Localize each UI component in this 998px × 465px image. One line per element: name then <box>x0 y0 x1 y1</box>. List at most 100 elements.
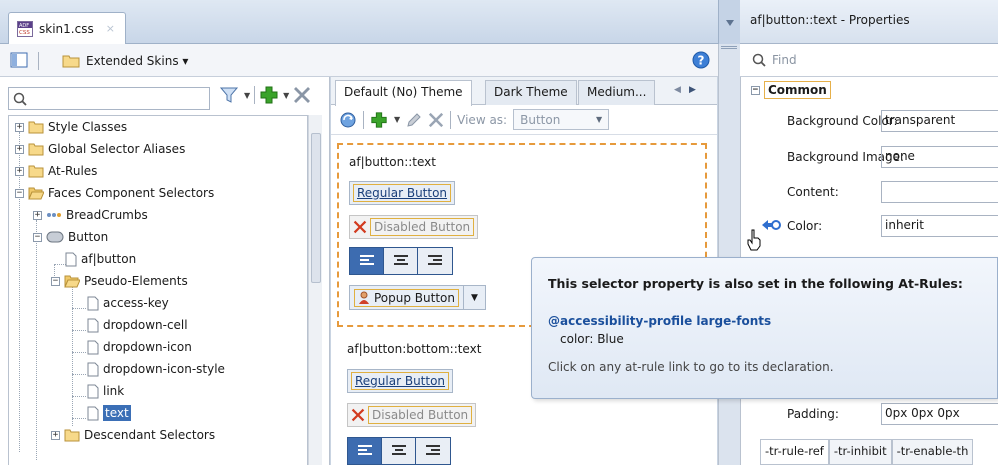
add-icon[interactable] <box>370 111 388 129</box>
section-common[interactable]: − Common <box>751 81 831 99</box>
theme-tabs: Default (No) Theme Dark Theme Medium... … <box>331 77 717 106</box>
popup-button-main[interactable]: Popup Button <box>349 285 464 310</box>
tree-connector <box>72 286 73 426</box>
chevron-left-icon[interactable]: ◀ <box>674 85 681 95</box>
chevron-down-icon[interactable]: ▼ <box>283 91 289 100</box>
chevron-down-icon[interactable]: ▼ <box>244 91 250 100</box>
regular-button-preview[interactable]: Regular Button <box>347 369 454 393</box>
refresh-icon[interactable] <box>339 111 357 129</box>
splitter-grip[interactable] <box>721 46 737 49</box>
prop-row-background-image: Background Image: none <box>741 140 998 173</box>
expand-icon[interactable]: + <box>51 430 60 440</box>
delete-icon[interactable] <box>293 86 311 104</box>
collapse-icon[interactable]: − <box>33 232 42 242</box>
tree-item-label: dropdown-icon-style <box>103 362 225 376</box>
tree-scrollbar[interactable] <box>308 115 322 465</box>
prop-label: Padding: <box>787 406 839 421</box>
popup-button-preview[interactable]: Popup Button ▼ <box>349 285 486 310</box>
tab-dark-theme[interactable]: Dark Theme <box>485 80 577 105</box>
tab-medium-theme[interactable]: Medium... <box>578 80 656 105</box>
page-icon <box>87 362 99 377</box>
disabled-button-preview: Disabled Button <box>347 403 477 427</box>
close-tab-icon[interactable]: × <box>106 22 115 35</box>
collapse-icon[interactable]: − <box>15 188 24 198</box>
view-as-select[interactable]: Button ▼ <box>513 109 610 130</box>
disabled-x-icon <box>353 220 367 234</box>
toolbar-separator <box>450 110 452 129</box>
tree-item-breadcrumbs[interactable]: + BreadCrumbs <box>33 204 148 226</box>
tree-item-text-selected[interactable]: text <box>87 402 131 424</box>
tree-item-global-selector-aliases[interactable]: + Global Selector Aliases <box>15 138 185 160</box>
tree-item-label: link <box>103 384 125 398</box>
prop-value-field[interactable]: none <box>881 145 998 168</box>
tree-item-style-classes[interactable]: + Style Classes <box>15 116 127 138</box>
tab-tr-inhibit[interactable]: -tr-inhibit <box>828 439 892 465</box>
chevron-right-icon[interactable]: ▶ <box>689 85 696 95</box>
expand-icon[interactable]: + <box>15 144 24 154</box>
collapse-icon[interactable]: − <box>51 276 60 286</box>
person-icon <box>358 291 370 305</box>
align-center-icon <box>393 255 408 267</box>
align-right-button[interactable] <box>416 438 450 464</box>
tree-item-access-key[interactable]: access-key <box>87 292 169 314</box>
tree-connector <box>72 396 86 397</box>
popup-button-label: Popup Button <box>374 290 455 305</box>
align-center-button[interactable] <box>384 248 418 274</box>
at-rule-link[interactable]: @accessibility-profile large-fonts <box>548 314 771 328</box>
add-icon[interactable] <box>259 85 279 105</box>
prop-value-field[interactable]: 0px 0px 0px <box>881 402 998 425</box>
at-rule-override-icon[interactable] <box>761 217 783 233</box>
tree-item-at-rules[interactable]: + At-Rules <box>15 160 97 182</box>
selector-search-input[interactable] <box>8 87 210 110</box>
tooltip-title: This selector property is also set in th… <box>548 276 963 291</box>
align-left-button[interactable] <box>348 438 382 464</box>
prop-value-field[interactable] <box>881 180 998 203</box>
edit-pencil-icon[interactable] <box>406 112 422 128</box>
expand-icon[interactable]: + <box>33 210 42 220</box>
tab-default-no-theme[interactable]: Default (No) Theme <box>335 80 472 106</box>
regular-button-preview[interactable]: Regular Button <box>349 181 456 205</box>
panel-splitter[interactable] <box>718 44 740 465</box>
tree-item-link[interactable]: link <box>87 380 124 402</box>
tree-item-label: dropdown-cell <box>103 318 188 332</box>
tree-item-dropdown-cell[interactable]: dropdown-cell <box>87 314 188 336</box>
align-center-button[interactable] <box>382 438 416 464</box>
tree-item-button[interactable]: − Button <box>33 226 108 248</box>
minimize-editor-button[interactable] <box>718 0 740 44</box>
toolbar-separator <box>363 110 364 129</box>
skin-selector-panel: ▼ ▼ + Style Classes + Global Selector Al… <box>0 77 330 465</box>
properties-find-input[interactable]: Find <box>740 44 998 77</box>
prop-value-field[interactable]: inherit <box>881 214 998 237</box>
chevron-down-icon[interactable]: ▼ <box>394 115 400 124</box>
align-left-button[interactable] <box>350 248 384 274</box>
align-right-button[interactable] <box>418 248 452 274</box>
expand-icon[interactable]: + <box>15 166 24 176</box>
find-placeholder: Find <box>772 53 797 67</box>
folder-icon <box>28 165 44 178</box>
tree-connector <box>72 418 86 419</box>
tree-item-dropdown-icon-style[interactable]: dropdown-icon-style <box>87 358 225 380</box>
help-icon[interactable]: ? <box>692 51 710 69</box>
toggle-panel-icon[interactable] <box>10 51 28 69</box>
tree-item-af-button[interactable]: af|button <box>65 248 136 270</box>
tab-tr-rule-ref[interactable]: -tr-rule-ref <box>760 439 829 465</box>
extended-skins-menu[interactable]: Extended Skins ▾ <box>62 49 188 72</box>
collapse-icon[interactable]: − <box>751 85 760 95</box>
tree-item-dropdown-icon[interactable]: dropdown-icon <box>87 336 192 358</box>
tooltip-hint: Click on any at-rule link to go to its d… <box>548 360 834 374</box>
properties-title: af|button::text - Properties <box>750 13 910 27</box>
alignment-button-group <box>347 437 451 465</box>
preview-toolbar: ▼ View as: Button ▼ <box>331 105 717 135</box>
filter-icon[interactable] <box>220 86 240 104</box>
popup-dropdown-arrow[interactable]: ▼ <box>464 285 486 310</box>
tree-item-faces-component-selectors[interactable]: − Faces Component Selectors <box>15 182 214 204</box>
tree-item-descendant-selectors[interactable]: + Descendant Selectors <box>51 424 215 446</box>
tree-item-pseudo-elements[interactable]: − Pseudo-Elements <box>51 270 188 292</box>
tab-tr-enable-themes[interactable]: -tr-enable-th <box>891 439 974 465</box>
prop-value-field[interactable]: transparent <box>881 109 998 132</box>
scrollbar-thumb[interactable] <box>311 133 321 283</box>
expand-icon[interactable]: + <box>15 122 24 132</box>
delete-icon[interactable] <box>428 112 444 128</box>
file-tab-skin1-css[interactable]: ADF CSS skin1.css × <box>8 12 126 44</box>
prop-row-content: Content: <box>741 175 998 208</box>
